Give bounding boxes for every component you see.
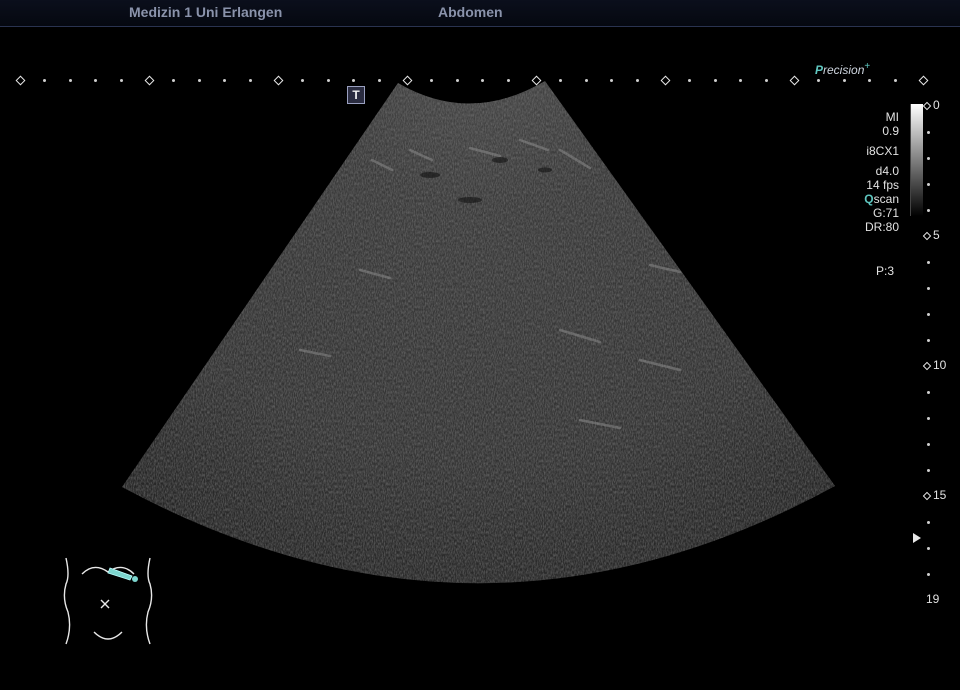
depth-tick [927,209,930,212]
scale-minor-tick [171,79,175,82]
probe-position-icon [107,567,138,582]
scale-minor-tick [300,79,304,82]
mi-label: MI [885,110,899,124]
scale-minor-tick [868,79,872,82]
dynamic-range: DR:80 [864,220,899,234]
scale-minor-tick [455,79,459,82]
persistence-value: P:3 [876,264,895,278]
scale-minor-tick [94,79,98,82]
depth-tick [927,391,930,394]
depth-tick [927,287,930,290]
scale-minor-tick [120,79,124,82]
scale-major-tick [789,75,800,86]
depth-label: 19 [926,592,940,606]
scale-minor-tick [42,79,46,82]
scale-minor-tick [713,79,717,82]
depth-tick [927,157,930,160]
scale-minor-tick [610,79,614,82]
depth-tick [927,443,930,446]
scale-minor-tick [481,79,485,82]
frame-rate: 14 fps [866,178,899,192]
scale-major-tick [15,75,26,86]
body-mark-icon [63,557,153,645]
scale-minor-tick [842,79,846,82]
scale-minor-tick [249,79,253,82]
mi-value: 0.9 [882,124,899,138]
depth-label: 5 [922,228,940,242]
probe-label: i8CX1 [866,144,899,158]
scale-major-tick [531,75,542,86]
depth-label: 0 [922,98,940,112]
scale-minor-tick [507,79,511,82]
scale-major-tick [918,75,929,86]
scale-major-tick [402,75,413,86]
scale-minor-tick [584,79,588,82]
scale-minor-tick [636,79,640,82]
scale-minor-tick [816,79,820,82]
depth-tick [927,469,930,472]
scan-parameters: MI 0.9 i8CX1 d4.0 14 fps Qscan G:71 DR:8… [864,110,899,234]
depth-tick [927,339,930,342]
scale-minor-tick [739,79,743,82]
focus-marker-icon[interactable] [913,533,921,543]
depth-label: 10 [922,358,946,372]
depth-tick [927,521,930,524]
gain-value: G:71 [872,206,899,220]
depth-tick [927,547,930,550]
scale-minor-tick [326,79,330,82]
scale-minor-tick [378,79,382,82]
scale-minor-tick [558,79,562,82]
scan-mode: Qscan [864,192,899,206]
depth-tick [927,261,930,264]
scale-minor-tick [429,79,433,82]
scale-major-tick [144,75,155,86]
tool-marker-icon[interactable]: T [347,86,365,104]
scale-major-tick [273,75,284,86]
depth-tick [927,131,930,134]
scale-minor-tick [352,79,356,82]
scale-minor-tick [894,79,898,82]
depth-scale: 0 5 10 15 19 [915,98,960,610]
scale-minor-tick [687,79,691,82]
scale-minor-tick [68,79,72,82]
depth-tick [927,183,930,186]
depth-value: d4.0 [875,164,899,178]
scale-major-tick [660,75,671,86]
scale-minor-tick [223,79,227,82]
scale-minor-tick [765,79,769,82]
depth-tick [927,313,930,316]
precision-logo: Precision+ [815,61,871,77]
depth-label: 15 [922,488,946,502]
scale-minor-tick [197,79,201,82]
depth-tick [927,417,930,420]
depth-tick [927,573,930,576]
